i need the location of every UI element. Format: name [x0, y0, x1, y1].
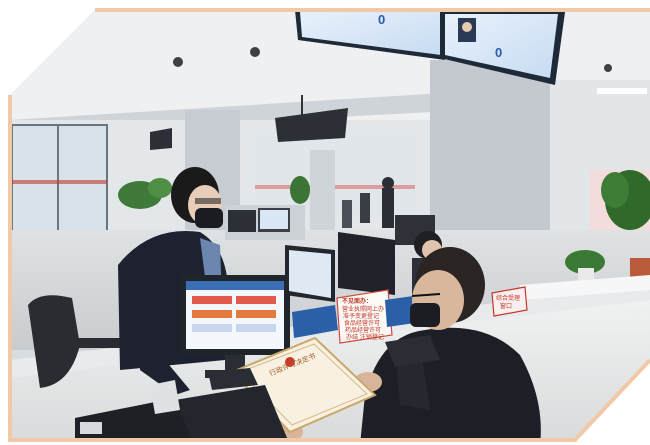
office-scene-photo: [8, 8, 650, 442]
overhead-counter-left: 0: [378, 12, 386, 27]
photo-frame: 0 0 不见面办： 营业执照网上办 准予变更登记 食品经营许可 药品经营许可 办…: [0, 0, 650, 445]
desk-sign-title: 不见面办：: [342, 298, 373, 305]
overhead-counter-right: 0: [495, 45, 503, 60]
window-label-line: 窗口: [500, 303, 513, 310]
window-label-line: 综合受理: [496, 295, 521, 302]
desk-sign-line: 办结 注销登记: [346, 334, 384, 341]
